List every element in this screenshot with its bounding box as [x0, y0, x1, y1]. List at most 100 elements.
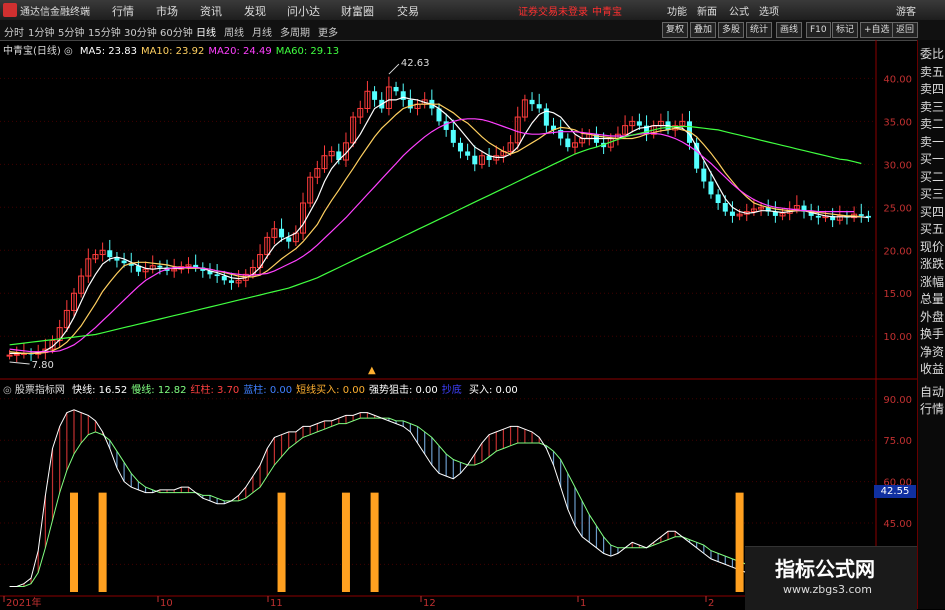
side-panel-item[interactable]: 买四	[920, 205, 945, 219]
period-tab-intraday[interactable]: 分时	[4, 24, 24, 39]
ma-legend-ma10: MA10: 23.92	[140, 46, 205, 57]
side-panel-item[interactable]: 卖五	[920, 65, 945, 79]
back-button[interactable]: 返回	[892, 22, 919, 38]
period-tab-daily[interactable]: 日线	[196, 24, 216, 39]
app-title: 通达信金融终端	[20, 7, 90, 18]
indicator-field-7: 买入: 0.00	[468, 385, 518, 396]
indicator-settings-icon[interactable]: ◎	[3, 385, 12, 396]
event-marker: ▲	[368, 365, 376, 376]
side-panel-item[interactable]: 买五	[920, 223, 945, 236]
candle-body	[6, 354, 13, 357]
price-badge: 42.55	[874, 485, 916, 498]
adjust-button[interactable]: 复权	[662, 22, 689, 38]
period-tab-more[interactable]: 更多	[318, 24, 338, 39]
ma-legend-ma60: MA60: 29.13	[275, 46, 340, 57]
main-chart-legend: 中青宝(日线) ◎ MA5: 23.83 MA10: 23.92 MA20: 24.…	[3, 46, 340, 57]
candle-body	[214, 274, 220, 277]
period-tab-30min[interactable]: 30分钟	[124, 24, 157, 39]
menu-options-button[interactable]: 选项	[759, 3, 779, 18]
candle-body	[121, 260, 127, 264]
login-warning[interactable]: 证券交易未登录	[518, 3, 588, 18]
candle-body	[221, 276, 227, 281]
side-panel-auto-item[interactable]: 行情	[920, 403, 945, 416]
candle-body	[443, 121, 449, 130]
menu-formula-button[interactable]: 公式	[729, 3, 749, 18]
low-price-label: 7.80	[32, 360, 54, 371]
price-tick-label: 40.00	[883, 74, 912, 85]
add-watchlist-button[interactable]: +自选	[860, 22, 894, 38]
side-panel-item[interactable]: 外盘	[920, 310, 945, 324]
side-panel-item[interactable]: 委比	[920, 48, 945, 61]
period-tab-multi[interactable]: 多周期	[280, 24, 310, 39]
side-panel-item[interactable]: 换手	[920, 328, 945, 341]
side-panel-item[interactable]: 收益	[920, 363, 945, 376]
candle-body	[157, 265, 163, 268]
menu-item-ask-xiaoda[interactable]: 问小达	[287, 3, 320, 19]
mark-button[interactable]: 标记	[832, 22, 859, 38]
buy-signal-bar	[341, 492, 350, 592]
x-tick-label: 12	[423, 598, 436, 609]
candle-body	[722, 203, 728, 212]
ma-line-ma60	[9, 125, 862, 346]
side-panel-item[interactable]: 现价	[920, 240, 945, 254]
menu-new-page-button[interactable]: 新面	[697, 3, 717, 18]
candle-body	[450, 129, 456, 143]
candle-body	[393, 86, 399, 92]
app-logo-icon	[3, 3, 17, 17]
menu-bar: 通达信金融终端 行情 市场 资讯 发现 问小达 财富圈 交易 证券交易未登录 中…	[0, 0, 945, 21]
ma-legend-ma5: MA5: 23.83	[79, 46, 137, 57]
price-tick-label: 20.00	[883, 246, 912, 257]
price-tick-label: 35.00	[883, 117, 912, 128]
side-panel-item[interactable]: 总量	[920, 293, 945, 306]
candle-body	[529, 99, 535, 105]
low-price-pointer	[9, 361, 30, 365]
statistics-button[interactable]: 统计	[746, 22, 773, 38]
side-panel-item[interactable]: 卖三	[920, 100, 945, 114]
candle-body	[400, 91, 406, 100]
f10-button[interactable]: F10	[806, 22, 831, 38]
side-panel-auto-item[interactable]: 自动	[920, 386, 945, 399]
candle-body	[536, 104, 542, 109]
buy-signal-bar	[735, 492, 744, 592]
ma-line-ma20	[9, 118, 855, 353]
menu-function-button[interactable]: 功能	[667, 3, 687, 18]
side-panel-item[interactable]: 买二	[920, 170, 945, 184]
high-price-pointer	[388, 63, 400, 75]
period-tab-60min[interactable]: 60分钟	[160, 24, 193, 39]
period-tab-monthly[interactable]: 月线	[252, 24, 272, 39]
side-panel-item[interactable]: 卖一	[920, 135, 945, 149]
period-tab-15min[interactable]: 15分钟	[88, 24, 121, 39]
side-panel-item[interactable]: 净资	[920, 345, 945, 359]
watermark-title: 指标公式网	[775, 557, 875, 581]
candle-body	[279, 228, 285, 238]
watermark-overlay: 指标公式网 www.zbgs3.com	[745, 546, 917, 610]
multi-stock-button[interactable]: 多股	[718, 22, 745, 38]
indicator-field-4: 短线买入: 0.00	[296, 385, 365, 396]
period-tab-weekly[interactable]: 周线	[224, 24, 244, 39]
side-panel-item[interactable]: 涨幅	[920, 275, 945, 289]
period-tab-5min[interactable]: 5分钟	[58, 24, 84, 39]
period-tab-1min[interactable]: 1分钟	[28, 24, 54, 39]
candle-body	[472, 155, 478, 165]
draw-line-button[interactable]: 画线	[776, 22, 803, 38]
side-panel-item[interactable]: 卖二	[920, 118, 945, 131]
price-tick-label: 25.00	[883, 203, 912, 214]
side-panel-item[interactable]: 买一	[920, 153, 945, 166]
menu-item-market[interactable]: 市场	[156, 3, 178, 19]
indicator-name: 股票指标网	[14, 385, 65, 396]
candle-body	[13, 353, 20, 356]
indicator-legend: ◎ 股票指标网 快线: 16.52 慢线: 12.82 红柱: 3.70 蓝柱: 0.…	[3, 381, 518, 396]
menu-item-discover[interactable]: 发现	[244, 3, 266, 19]
candle-body	[457, 142, 463, 152]
menu-item-news[interactable]: 资讯	[200, 3, 222, 19]
overlay-button[interactable]: 叠加	[690, 22, 717, 38]
guest-user-label[interactable]: 游客	[896, 3, 916, 18]
menu-item-market-quotes[interactable]: 行情	[112, 3, 134, 19]
side-panel-item[interactable]: 卖四	[920, 83, 945, 96]
side-panel-item[interactable]: 买三	[920, 188, 945, 201]
chart-canvas[interactable]: 40.00 35.00 30.00 25.00 20.00 15.00 10.00 90.00…	[0, 40, 917, 609]
side-panel-item[interactable]: 涨跌	[920, 258, 945, 271]
menu-item-wealth-circle[interactable]: 财富圈	[341, 3, 374, 19]
candle-body	[107, 250, 113, 258]
menu-item-trade[interactable]: 交易	[397, 3, 419, 19]
